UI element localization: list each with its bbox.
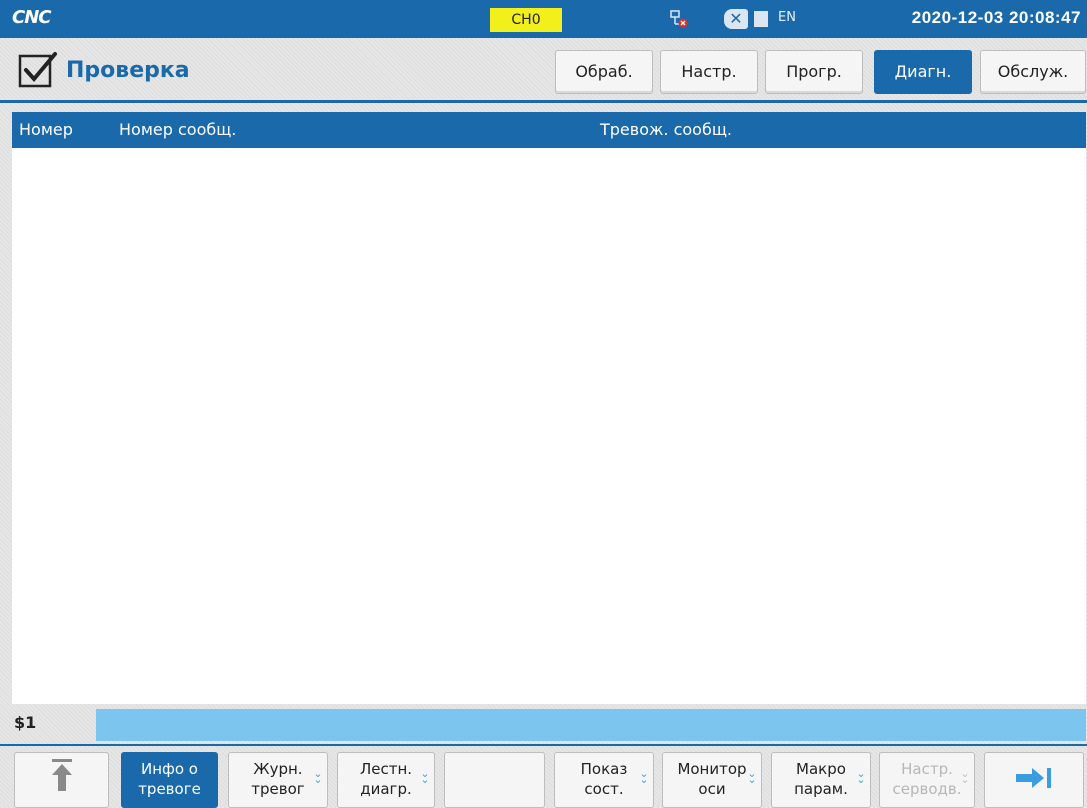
arrow-right-end-icon: [1016, 768, 1051, 788]
softkey-alarm-info[interactable]: Инфо о тревоге: [121, 752, 218, 808]
column-header-number: Номер: [19, 120, 73, 139]
arrow-up-top-icon: [51, 759, 72, 791]
close-x-icon[interactable]: ✕: [724, 9, 748, 29]
network-disconnected-icon: [670, 10, 688, 28]
softkey-macro-params[interactable]: Макро парам. ⌄ ⌄: [771, 752, 871, 808]
column-header-alarm-message: Тревож. сообщ.: [600, 120, 732, 139]
date-time: 2020-12-03 20:08:47: [911, 8, 1081, 27]
page-title: Проверка: [66, 58, 190, 83]
tab-setup[interactable]: Настр.: [660, 50, 758, 94]
header-divider: [0, 100, 1087, 103]
softkey-ladder-diagram[interactable]: Лестн. диагр. ⌄ ⌄: [337, 752, 435, 808]
alarm-table: Номер Номер сообщ. Тревож. сообщ.: [12, 112, 1086, 704]
softkey-alarm-log[interactable]: Журн. тревог ⌄ ⌄: [228, 752, 328, 808]
cnc-logo: CNC: [12, 7, 51, 28]
chevron-down-icon: ⌄ ⌄: [960, 767, 970, 786]
channel-indicator[interactable]: CH0: [490, 8, 562, 32]
chevron-down-icon: ⌄ ⌄: [313, 767, 323, 786]
chevron-down-icon: ⌄ ⌄: [420, 767, 430, 786]
softkey-servo-setup: Настр. серводв. ⌄ ⌄: [879, 752, 975, 808]
softkey-empty[interactable]: [444, 752, 545, 808]
top-status-bar: CNC CH0 ✕ EN 2020-12-03 20:08:47: [0, 0, 1087, 38]
softkey-status-display[interactable]: Показ сост. ⌄ ⌄: [554, 752, 654, 808]
command-input-bar[interactable]: [96, 709, 1086, 741]
language-indicator[interactable]: EN: [778, 10, 796, 25]
tab-processing[interactable]: Обраб.: [555, 50, 653, 94]
chevron-down-icon: ⌄ ⌄: [747, 767, 757, 786]
checkbox-check-icon: [18, 52, 57, 88]
chevron-down-icon: ⌄ ⌄: [856, 767, 866, 786]
table-header: Номер Номер сообщ. Тревож. сообщ.: [12, 112, 1086, 148]
softkey-top-button[interactable]: [14, 752, 109, 808]
tab-maintenance[interactable]: Обслуж.: [980, 50, 1086, 94]
softkey-label: Инфо о: [141, 760, 198, 778]
footer-divider: [0, 744, 1087, 746]
softkey-axis-monitor[interactable]: Монитор оси ⌄ ⌄: [662, 752, 762, 808]
channel-prefix: $1: [14, 713, 37, 732]
keyboard-icon[interactable]: [754, 11, 768, 27]
chevron-down-icon: ⌄ ⌄: [639, 767, 649, 786]
softkey-label: тревоге: [138, 780, 201, 798]
softkey-next-page[interactable]: [984, 752, 1084, 808]
column-header-message-number: Номер сообщ.: [119, 120, 237, 139]
tab-program[interactable]: Прогр.: [765, 50, 863, 94]
tab-diagnostics[interactable]: Диагн.: [874, 50, 972, 94]
